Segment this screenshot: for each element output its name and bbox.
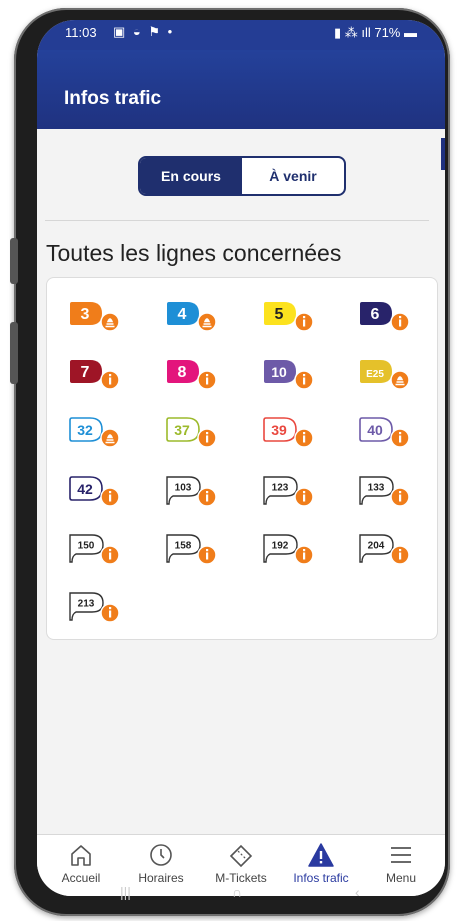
battery-level: 71%: [374, 25, 401, 40]
line-badge[interactable]: 3: [66, 296, 122, 336]
line-badge[interactable]: 204: [356, 529, 412, 569]
page-title: Infos trafic: [64, 88, 162, 109]
line-badge[interactable]: 158: [163, 529, 219, 569]
line-badge[interactable]: 5: [260, 296, 316, 336]
line-number: 158: [175, 541, 192, 552]
line-number: 39: [271, 422, 287, 438]
line-number: 192: [272, 541, 289, 552]
main-content: En cours À venir Toutes les lignes conce…: [37, 129, 445, 834]
line-number: 4: [178, 306, 187, 323]
ticket-icon: [227, 841, 255, 869]
status-bar: 11:03 ▣ ◒ ⚑ • ▮ ⁂ ıll 71% ▬: [37, 20, 445, 50]
line-badge[interactable]: 150: [66, 529, 122, 569]
clock-icon: [148, 841, 174, 869]
line-badge[interactable]: 6: [356, 296, 412, 336]
tab-switcher: En cours À venir: [138, 156, 346, 196]
line-badge[interactable]: 192: [260, 529, 316, 569]
line-badge[interactable]: E25: [356, 354, 412, 394]
line-badge[interactable]: 103: [163, 471, 219, 511]
line-number: 7: [81, 364, 90, 381]
tab-en-cours[interactable]: En cours: [140, 158, 242, 194]
recent-apps-icon[interactable]: |||: [120, 884, 131, 900]
line-number: 123: [272, 483, 289, 494]
home-icon: [68, 841, 94, 869]
tab-a-venir[interactable]: À venir: [242, 158, 344, 194]
warning-icon: [307, 841, 335, 869]
line-number: 32: [77, 422, 93, 438]
back-icon[interactable]: ‹: [355, 884, 360, 900]
status-right: ▮ ⁂ ıll 71% ▬: [334, 25, 417, 41]
line-number: 8: [178, 364, 187, 381]
line-badge[interactable]: 4: [163, 296, 219, 336]
system-navigation: ||| ∩ ‹: [37, 880, 445, 910]
line-badge[interactable]: 42: [66, 471, 122, 511]
line-badge[interactable]: 39: [260, 412, 316, 452]
notification-icons: ▣ ◒ ⚑ •: [113, 24, 175, 39]
line-badge[interactable]: 7: [66, 354, 122, 394]
line-number: 42: [77, 481, 93, 497]
line-number: 213: [78, 599, 95, 610]
line-number: 204: [368, 541, 385, 552]
app-screen: 11:03 ▣ ◒ ⚑ • ▮ ⁂ ıll 71% ▬ Infos trafic…: [37, 20, 445, 896]
line-badge[interactable]: 123: [260, 471, 316, 511]
line-number: 5: [275, 306, 284, 323]
divider: [45, 220, 429, 221]
line-number: 40: [367, 422, 383, 438]
line-number: 3: [81, 306, 90, 323]
line-number: 103: [175, 483, 192, 494]
line-badge[interactable]: 133: [356, 471, 412, 511]
line-badge[interactable]: 32: [66, 412, 122, 452]
volume-button: [10, 238, 18, 284]
app-header: Infos trafic: [37, 50, 445, 129]
line-badge[interactable]: 40: [356, 412, 412, 452]
battery-icon: ▬: [404, 25, 417, 40]
scrollbar[interactable]: [441, 138, 445, 170]
status-time: 11:03: [65, 25, 97, 40]
line-badge[interactable]: 8: [163, 354, 219, 394]
line-badge[interactable]: 213: [66, 587, 122, 627]
menu-icon: [388, 841, 414, 869]
line-number: 6: [371, 306, 380, 323]
section-title: Toutes les lignes concernées: [46, 240, 342, 266]
line-number: 133: [368, 483, 385, 494]
line-number: 150: [78, 541, 95, 552]
home-system-icon[interactable]: ∩: [232, 884, 242, 900]
line-number: 37: [174, 422, 190, 438]
power-button: [10, 322, 18, 384]
signal-icon: ▮ ⁂ ıll: [333, 25, 375, 40]
line-badge[interactable]: 37: [163, 412, 219, 452]
line-badge[interactable]: 10: [260, 354, 316, 394]
line-number: 10: [271, 364, 287, 380]
line-number: E25: [366, 369, 384, 380]
lines-card: 3 4 5 6 7 8 10 E25 32 37 39 40 42 103 123 133 150 158 192 2…: [46, 277, 438, 640]
